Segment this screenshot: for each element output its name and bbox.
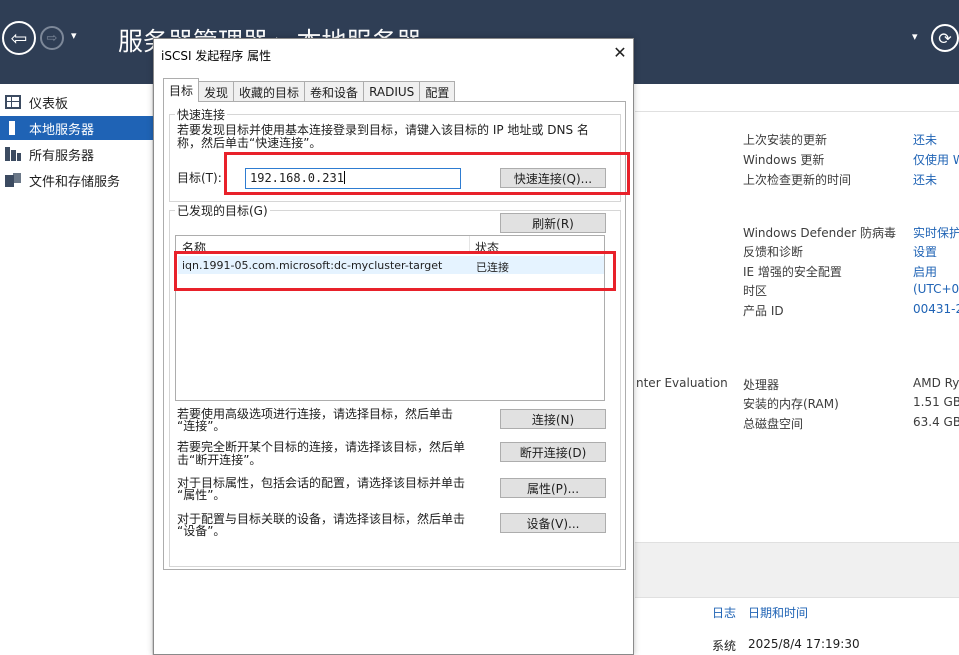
quick-connect-button[interactable]: 快速连接(Q)... [500,168,606,188]
arrow-right-icon: ⇨ [46,30,58,46]
properties-button[interactable]: 属性(P)... [500,478,606,498]
target-input-value: 192.168.0.231 [250,171,344,185]
nav-history-dropdown[interactable]: ▾ [71,29,77,42]
arrow-left-icon: ⇦ [10,26,28,50]
events-column-log[interactable]: 日志 [712,604,736,621]
tab-favorite-targets[interactable]: 收藏的目标 [233,81,306,102]
storage-icon [5,173,21,187]
text-caret [343,171,345,184]
sidebar-item-label: 本地服务器 [29,122,95,138]
list-header: 名称 状态 [176,236,604,256]
target-input[interactable]: 192.168.0.231 [245,168,461,189]
sidebar-item-local-server[interactable]: 本地服务器 [0,116,153,140]
sidebar-item-all-servers[interactable]: 所有服务器 [0,142,153,166]
prop-label-disk: 总磁盘空间 [743,417,804,431]
prop-label-product-id: 产品 ID [743,304,784,318]
prop-label-processor: 处理器 [743,378,780,392]
column-header-status[interactable]: 状态 [475,239,499,256]
tab-strip: 目标 发现 收藏的目标 卷和设备 RADIUS 配置 [163,78,456,102]
connect-button[interactable]: 连接(N) [500,409,606,429]
prop-value-os-edition: nter Evaluation [636,376,728,390]
forward-button[interactable]: ⇨ [40,26,64,50]
sidebar-item-label: 所有服务器 [29,148,95,164]
prop-label-windows-update: Windows 更新 [743,153,825,167]
tab-targets[interactable]: 目标 [163,78,200,102]
sidebar-item-label: 仪表板 [29,96,69,112]
targets-tab-panel: 快速连接 若要发现目标并使用基本连接登录到目标，请键入该目标的 IP 地址或 D… [163,101,626,570]
prop-label-last-installed: 上次安装的更新 [743,133,828,147]
prop-label-last-checked: 上次检查更新的时间 [743,173,852,187]
prop-label-feedback: 反馈和诊断 [743,245,804,259]
refresh-dropdown[interactable]: ▾ [912,30,918,43]
close-button[interactable]: ✕ [609,43,631,63]
prop-value-last-installed[interactable]: 还未 [913,131,937,148]
devices-button[interactable]: 设备(V)... [500,513,606,533]
target-name: iqn.1991-05.com.microsoft:dc-mycluster-t… [182,259,443,272]
target-status: 已连接 [476,261,509,274]
prop-label-timezone: 时区 [743,284,768,298]
back-button[interactable]: ⇦ [2,21,36,55]
discovered-targets-list[interactable]: 名称 状态 iqn.1991-05.com.microsoft:dc-myclu… [175,235,605,401]
refresh-icon: ⟳ [938,28,952,48]
prop-value-ie-security[interactable]: 启用 [913,263,937,280]
prop-value-timezone[interactable]: (UTC+08 [913,282,959,296]
prop-label-ram: 安装的内存(RAM) [743,397,839,411]
properties-header-strip [635,84,959,112]
sidebar-item-label: 文件和存储服务 [29,174,121,190]
sidebar-item-file-storage[interactable]: 文件和存储服务 [0,168,153,192]
disconnect-description-line2: 击“断开连接”。 [177,453,262,467]
discovered-targets-group-label: 已发现的目标(G) [175,202,270,219]
events-column-datetime[interactable]: 日期和时间 [748,604,808,621]
sidebar: 仪表板 本地服务器 所有服务器 文件和存储服务 [0,84,153,655]
refresh-button[interactable]: ⟳ [931,24,959,52]
prop-value-product-id[interactable]: 00431-2 [913,302,959,316]
event-row-log: 系统 [712,639,737,653]
dashboard-icon [5,95,21,109]
all-servers-icon [5,147,21,161]
prop-label-ie-security: IE 增强的安全配置 [743,265,842,279]
refresh-button[interactable]: 刷新(R) [500,213,606,233]
events-section-header [635,542,959,598]
prop-label-defender: Windows Defender 防病毒 [743,226,896,240]
table-row[interactable]: iqn.1991-05.com.microsoft:dc-mycluster-t… [178,256,604,274]
prop-value-feedback[interactable]: 设置 [913,243,937,260]
prop-value-defender[interactable]: 实时保护 [913,224,959,241]
dialog-title: iSCSI 发起程序 属性 [161,49,272,63]
target-label: 目标(T): [177,171,222,185]
tab-radius[interactable]: RADIUS [363,81,421,102]
prop-value-last-checked[interactable]: 还未 [913,171,937,188]
event-row-datetime: 2025/8/4 17:19:30 [748,637,860,651]
prop-value-windows-update[interactable]: 仅使用 W [913,151,959,168]
quick-connect-group-label: 快速连接 [175,106,228,123]
devices-description-line2: “设备”。 [177,524,226,538]
tab-volumes-devices[interactable]: 卷和设备 [304,81,365,102]
disconnect-button[interactable]: 断开连接(D) [500,442,606,462]
tab-configuration[interactable]: 配置 [419,81,456,102]
prop-value-processor: AMD Ry [913,376,959,390]
sidebar-item-dashboard[interactable]: 仪表板 [0,90,153,114]
properties-description-line2: “属性”。 [177,488,226,502]
local-server-icon [9,121,15,135]
quick-connect-description-line2: 称，然后单击“快速连接”。 [177,136,322,150]
prop-value-ram: 1.51 GB [913,395,959,409]
connect-description-line2: “连接”。 [177,419,226,433]
column-header-name[interactable]: 名称 [182,239,206,256]
column-separator[interactable] [469,236,470,254]
close-icon: ✕ [613,43,627,62]
prop-value-disk: 63.4 GB [913,415,959,429]
iscsi-initiator-dialog: iSCSI 发起程序 属性 ✕ 目标 发现 收藏的目标 卷和设备 RADIUS … [153,38,634,655]
tab-discovery[interactable]: 发现 [198,81,235,102]
